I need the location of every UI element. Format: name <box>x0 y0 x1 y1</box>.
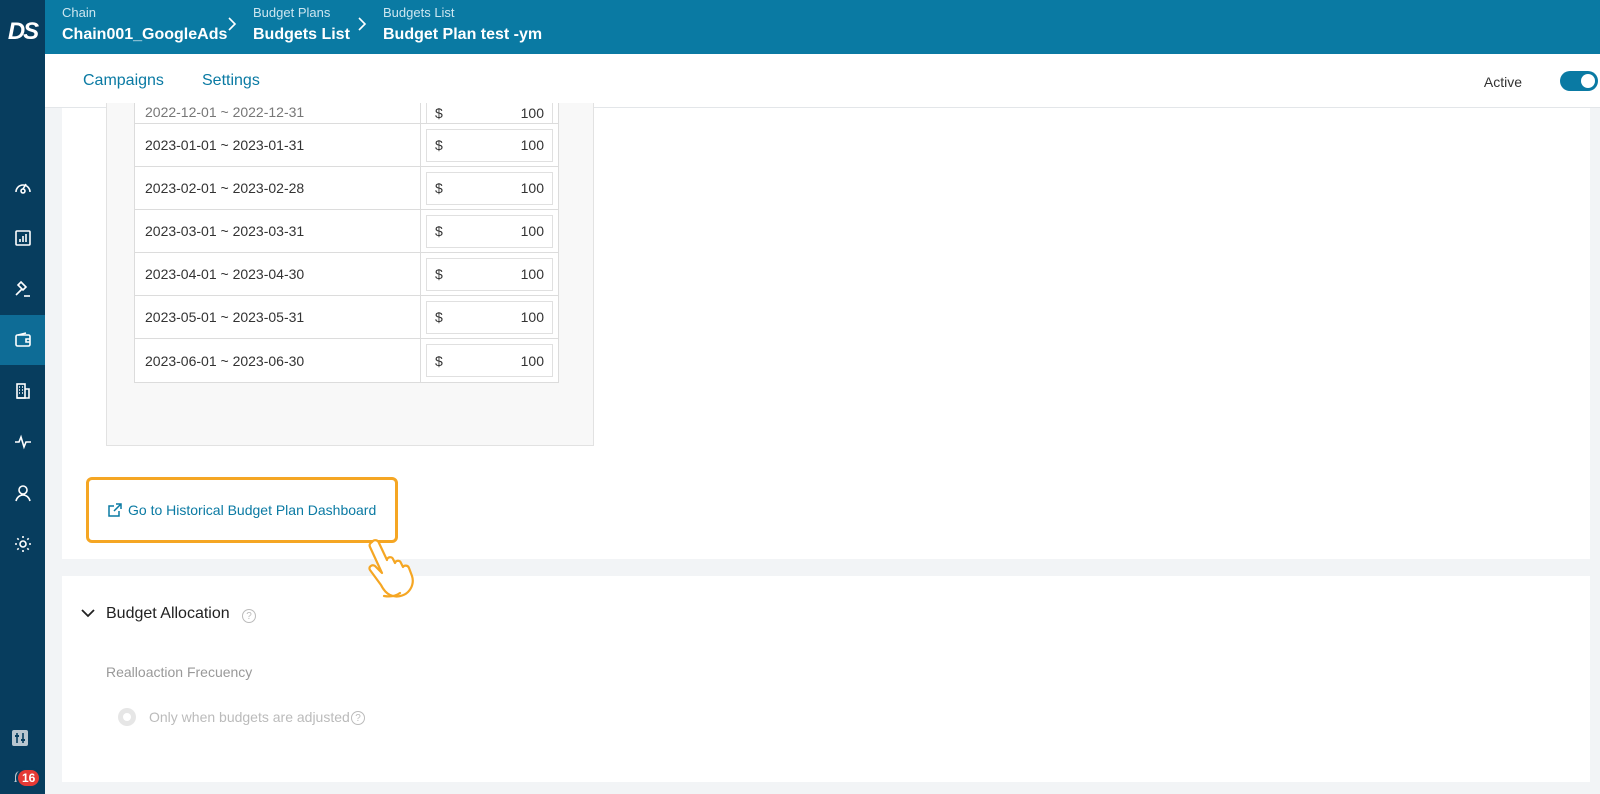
breadcrumb-budgets-list-caption: Budgets List <box>383 5 455 20</box>
amount-input[interactable]: $100 <box>426 214 553 248</box>
building-icon[interactable] <box>0 366 45 416</box>
budget-wallet-icon[interactable] <box>0 315 45 365</box>
amount-value: 100 <box>520 266 544 282</box>
historical-dashboard-link-label: Go to Historical Budget Plan Dashboard <box>128 502 377 518</box>
row-date-range: 2023-02-01 ~ 2023-02-28 <box>135 167 421 209</box>
table-row: 2023-03-01 ~ 2023-03-31 $100 <box>135 210 558 253</box>
breadcrumb-budget-plan-name: Budget Plan test -ym <box>383 26 543 43</box>
breadcrumb-budget-plans-name: Budgets List <box>253 26 350 43</box>
breadcrumb-chain-caption: Chain <box>62 5 96 20</box>
row-date-range: 2022-12-01 ~ 2022-12-31 <box>135 103 421 123</box>
tab-campaigns[interactable]: Campaigns <box>83 72 164 90</box>
notification-badge[interactable]: 16 <box>16 768 42 788</box>
historical-dashboard-link[interactable]: Go to Historical Budget Plan Dashboard <box>86 477 398 543</box>
chevron-down-icon[interactable] <box>80 605 96 621</box>
row-amount-cell: $100 <box>421 167 558 209</box>
amount-value: 100 <box>520 137 544 153</box>
active-status-label: Active <box>1483 74 1522 90</box>
row-amount-cell: $100 <box>421 296 558 338</box>
analytics-chart-icon[interactable] <box>0 213 45 263</box>
help-icon[interactable]: ? <box>351 711 365 725</box>
amount-input[interactable]: $100 <box>426 344 553 377</box>
table-row: 2023-06-01 ~ 2023-06-30 $100 <box>135 339 558 382</box>
ds-logo[interactable]: DS <box>0 14 45 50</box>
currency-symbol: $ <box>435 180 443 196</box>
breadcrumb-budget-plans[interactable]: Budget Plans Budgets List <box>253 5 350 46</box>
row-amount-cell: $100 <box>421 339 558 382</box>
external-link-icon <box>108 503 122 517</box>
row-date-range: 2023-03-01 ~ 2023-03-31 <box>135 210 421 252</box>
amount-value: 100 <box>520 180 544 196</box>
breadcrumb-budgets-list[interactable]: Budgets List Budget Plan test -ym <box>383 5 542 46</box>
breadcrumb-chain-name: Chain001_GoogleAds <box>62 26 228 43</box>
row-amount-cell: $100 <box>421 103 558 123</box>
currency-symbol: $ <box>435 266 443 282</box>
bidding-hammer-icon[interactable] <box>0 264 45 314</box>
amount-value: 100 <box>520 223 544 239</box>
frequency-radio[interactable] <box>118 708 136 726</box>
frequency-option-label: Only when budgets are adjusted <box>149 709 350 725</box>
currency-symbol: $ <box>435 105 443 121</box>
row-date-range: 2023-01-01 ~ 2023-01-31 <box>135 124 421 166</box>
help-icon[interactable]: ? <box>242 609 256 623</box>
row-date-range: 2023-04-01 ~ 2023-04-30 <box>135 253 421 295</box>
breadcrumb-budget-plans-caption: Budget Plans <box>253 5 331 20</box>
settings-gear-icon[interactable] <box>0 519 45 569</box>
row-amount-cell: $100 <box>421 210 558 252</box>
amount-value: 100 <box>520 309 544 325</box>
currency-symbol: $ <box>435 309 443 325</box>
budget-table-panel: 2022-12-01 ~ 2022-12-31 $100 2023-01-01 … <box>106 103 594 446</box>
row-date-range: 2023-06-01 ~ 2023-06-30 <box>135 339 421 382</box>
reallocation-frequency-label: Realloaction Frecuency <box>106 664 253 680</box>
row-date-range: 2023-05-01 ~ 2023-05-31 <box>135 296 421 338</box>
row-amount-cell: $100 <box>421 124 558 166</box>
currency-symbol: $ <box>435 137 443 153</box>
budget-table: 2022-12-01 ~ 2022-12-31 $100 2023-01-01 … <box>134 103 559 383</box>
amount-input[interactable]: $100 <box>426 257 553 291</box>
table-row: 2023-05-01 ~ 2023-05-31 $100 <box>135 296 558 339</box>
currency-symbol: $ <box>435 352 443 369</box>
activity-pulse-icon[interactable] <box>0 417 45 467</box>
budget-allocation-title[interactable]: Budget Allocation <box>106 605 230 623</box>
amount-input[interactable]: $100 <box>426 300 553 334</box>
tab-bar: Campaigns Settings Active <box>45 54 1600 108</box>
tab-settings[interactable]: Settings <box>202 72 260 90</box>
top-header: Chain Chain001_GoogleAds Budget Plans Bu… <box>45 0 1600 54</box>
sliders-icon[interactable] <box>11 729 29 747</box>
chevron-right-icon <box>228 17 237 31</box>
table-row: 2023-04-01 ~ 2023-04-30 $100 <box>135 253 558 296</box>
currency-symbol: $ <box>435 223 443 239</box>
table-row: 2023-02-01 ~ 2023-02-28 $100 <box>135 167 558 210</box>
sidebar: DS 16 <box>0 0 45 794</box>
amount-value: 100 <box>520 105 544 121</box>
chevron-right-icon <box>358 17 367 31</box>
amount-value: 100 <box>520 352 544 369</box>
pointer-hand-icon <box>368 539 414 598</box>
amount-input[interactable]: $100 <box>426 171 553 205</box>
active-toggle[interactable] <box>1560 71 1598 91</box>
table-row: 2022-12-01 ~ 2022-12-31 $100 <box>135 103 558 124</box>
breadcrumb-chain[interactable]: Chain Chain001_GoogleAds <box>62 5 227 46</box>
budget-plan-card: 2022-12-01 ~ 2022-12-31 $100 2023-01-01 … <box>62 103 1590 559</box>
user-icon[interactable] <box>0 468 45 518</box>
row-amount-cell: $100 <box>421 253 558 295</box>
dashboard-gauge-icon[interactable] <box>0 162 45 212</box>
amount-input[interactable]: $100 <box>426 103 553 123</box>
budget-allocation-card: Budget Allocation ? Realloaction Frecuen… <box>62 576 1590 782</box>
table-row: 2023-01-01 ~ 2023-01-31 $100 <box>135 124 558 167</box>
amount-input[interactable]: $100 <box>426 128 553 162</box>
